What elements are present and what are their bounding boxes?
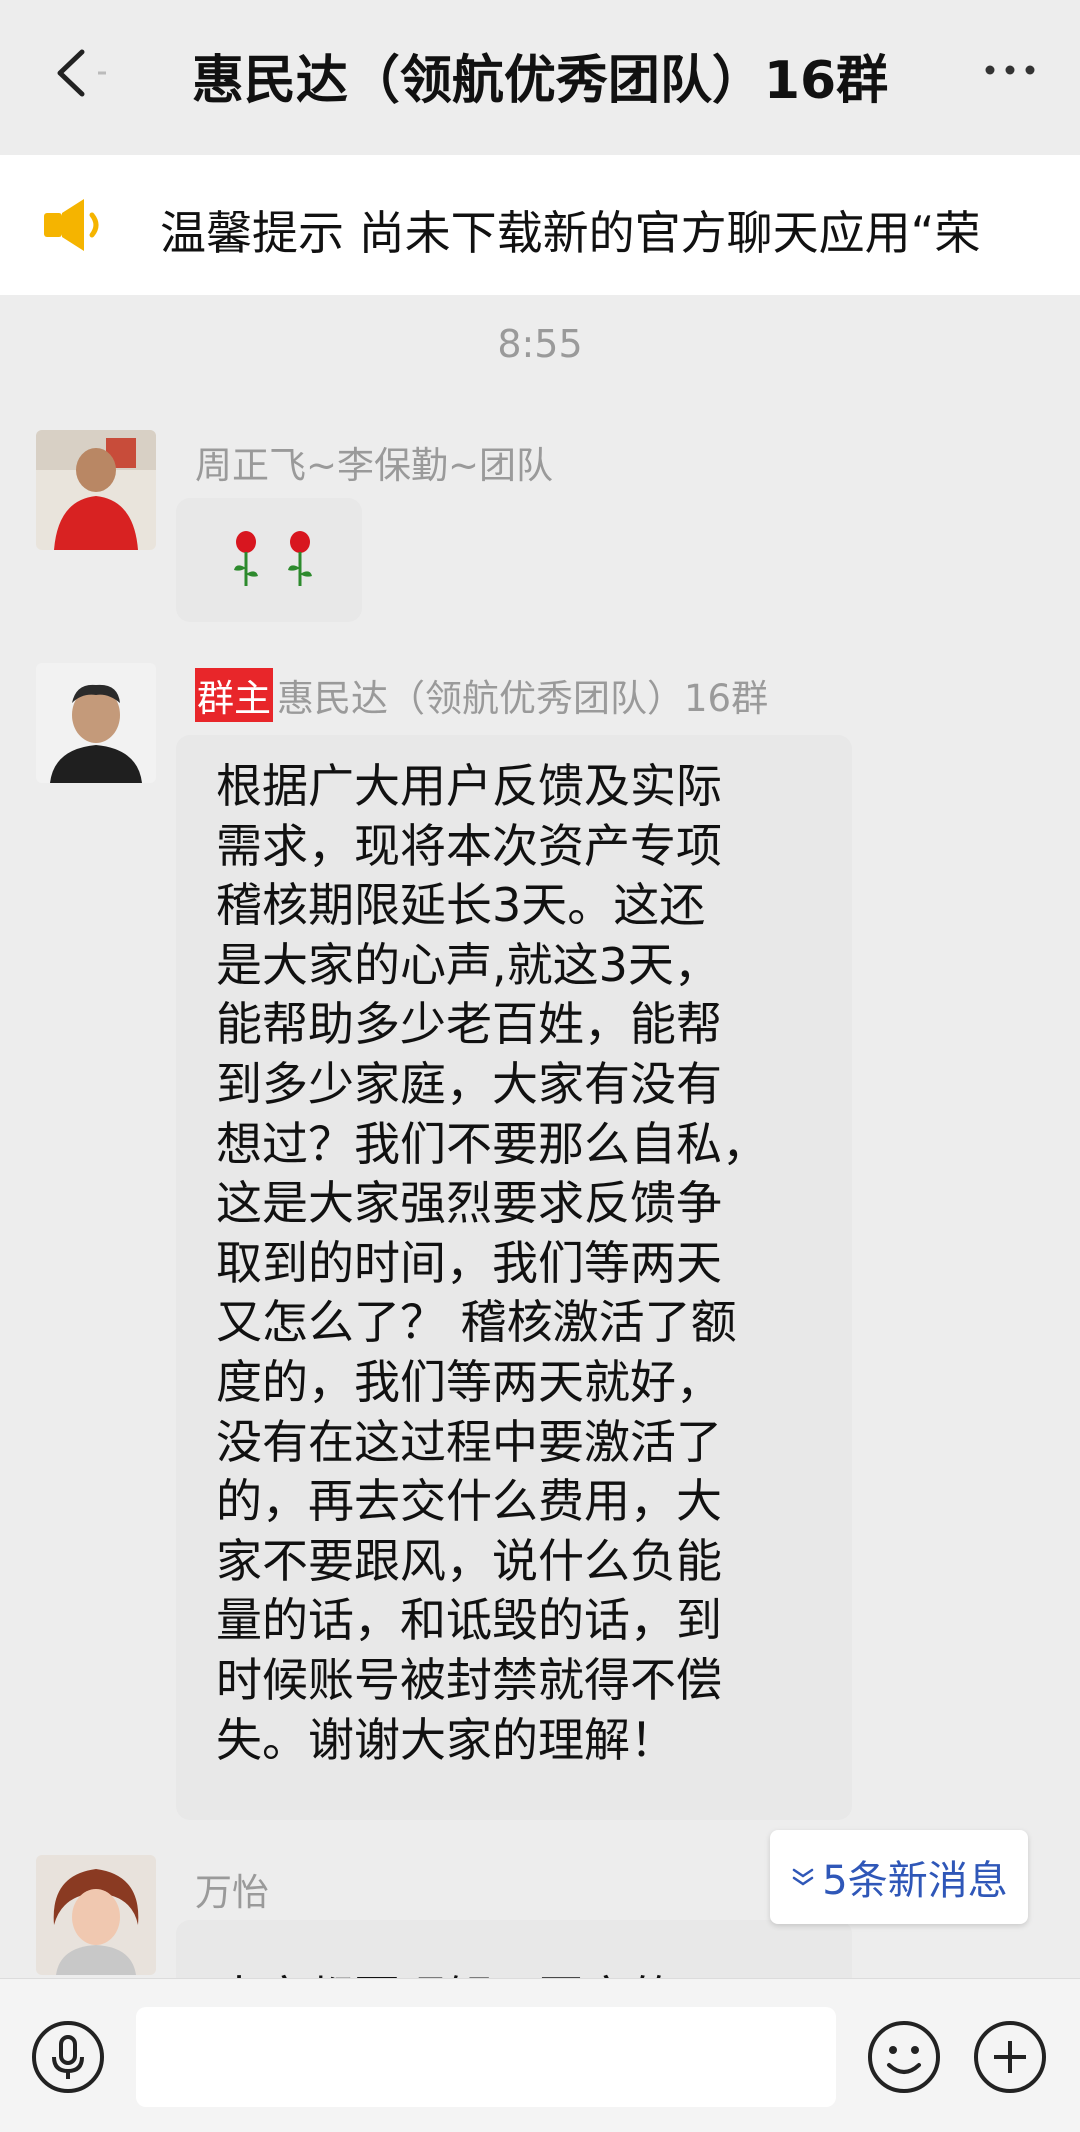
- new-messages-label: 5条新消息: [822, 1858, 1008, 1904]
- avatar[interactable]: [36, 1855, 156, 1975]
- message-input[interactable]: [136, 2007, 836, 2107]
- plus-icon[interactable]: [970, 2017, 1050, 2097]
- avatar-photo: [36, 430, 156, 550]
- avatar-photo: [36, 663, 156, 783]
- message-bubble[interactable]: 根据广大用户反馈及实际 需求，现将本次资产专项 稽核期限延长3天。这还 是大家的…: [176, 735, 852, 1820]
- notice-banner[interactable]: 温馨提示 尚未下载新的官方聊天应用“荣: [0, 155, 1080, 295]
- chat-title: 惠民达（领航优秀团队）16群: [191, 51, 889, 111]
- speaker-icon: [44, 199, 99, 251]
- navigation-bar: 惠民达（领航优秀团队）16群: [0, 0, 1080, 150]
- rose-icon: [288, 531, 312, 586]
- group-owner-badge: 群主: [195, 668, 273, 722]
- more-dots-icon[interactable]: [980, 50, 1040, 90]
- message-text: 根据广大用户反馈及实际 需求，现将本次资产专项 稽核期限延长3天。这还 是大家的…: [216, 759, 768, 1767]
- double-chevron-down-icon: [793, 1868, 814, 1886]
- notice-text: 温馨提示 尚未下载新的官方聊天应用“荣: [160, 206, 981, 260]
- sender-name: 万怡: [195, 1871, 269, 1914]
- avatar[interactable]: [36, 430, 156, 550]
- avatar[interactable]: [36, 663, 156, 783]
- avatar-photo: [36, 1855, 156, 1975]
- rose-icon: [234, 531, 258, 586]
- emoji-icon[interactable]: [864, 2017, 944, 2097]
- back-chevron-icon[interactable]: [40, 38, 110, 108]
- sender-name-text: 惠民达（领航优秀团队）16群: [277, 677, 769, 720]
- chat-timestamp: 8:55: [497, 322, 583, 366]
- sender-name: 群主 惠民达（领航优秀团队）16群: [195, 668, 768, 722]
- input-bar: [0, 1978, 1080, 2132]
- voice-icon[interactable]: [28, 2017, 108, 2097]
- new-messages-button[interactable]: 5条新消息: [770, 1830, 1028, 1924]
- message-bubble[interactable]: [176, 498, 362, 622]
- sender-name: 周正飞~李保勤~团队: [195, 444, 554, 487]
